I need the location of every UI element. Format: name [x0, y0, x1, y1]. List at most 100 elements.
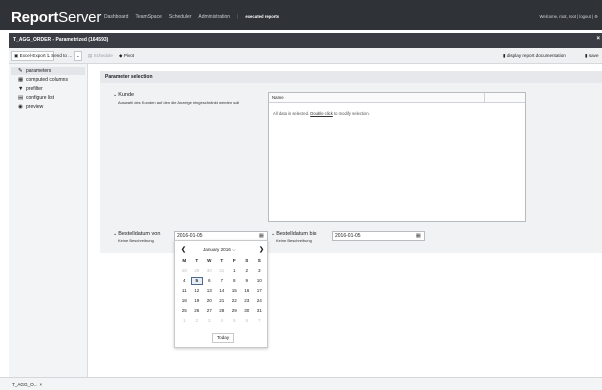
nav-scheduler[interactable]: Scheduler	[169, 14, 192, 20]
day-cell[interactable]: 22	[228, 297, 241, 305]
day-cell[interactable]: 28	[178, 267, 191, 275]
day-cell[interactable]: 12	[191, 287, 204, 295]
day-cell[interactable]: 21	[216, 297, 229, 305]
day-cell[interactable]: 7	[253, 317, 266, 325]
date-to-description: Keine Beschreibung	[276, 238, 312, 243]
day-cell[interactable]: 3	[253, 267, 266, 275]
send-to-dropdown[interactable]: ⌄	[74, 51, 82, 61]
day-cell[interactable]: 2	[241, 267, 254, 275]
send-to-button[interactable]: ⇧ Send to ...	[43, 51, 75, 61]
main-nav: Dashboard TeamSpace Scheduler Administra…	[104, 14, 279, 20]
day-cell[interactable]: 17	[253, 287, 266, 295]
day-cell[interactable]: 2	[191, 317, 204, 325]
day-cell[interactable]: 26	[191, 307, 204, 315]
name-column-header[interactable]: Name	[272, 95, 284, 100]
selection-note: All data is selected. Double click to mo…	[273, 111, 370, 116]
report-sidebar: ✎ parameters ▦ computed columns ▼ prefilter…	[9, 64, 88, 377]
next-month-icon[interactable]: ❯	[259, 246, 264, 253]
weekday-header: T	[195, 258, 199, 263]
eye-icon: ◉	[18, 104, 23, 110]
day-cell[interactable]: 28	[216, 307, 229, 315]
day-cell[interactable]: 20	[203, 297, 216, 305]
welcome-logout[interactable]: Welcome, root, root | logout | ⚙	[540, 14, 598, 19]
day-cell[interactable]: 16	[241, 287, 254, 295]
weekday-header: T	[220, 258, 224, 263]
day-cell[interactable]: 19	[191, 297, 204, 305]
prev-month-icon[interactable]: ❮	[181, 246, 186, 253]
day-cell[interactable]: 8	[228, 277, 241, 285]
day-cell[interactable]: 30	[203, 267, 216, 275]
parameter-selection-header: Parameter selection	[100, 71, 602, 83]
nav-administration[interactable]: Administration	[198, 14, 230, 20]
chevron-down-icon: ⌄	[271, 231, 276, 237]
close-tab-icon[interactable]: ×	[40, 382, 43, 387]
month-selector[interactable]: January 2016 ⌵	[203, 247, 236, 252]
schedule-button[interactable]: ▤ Schedule	[85, 51, 116, 61]
bottom-tab-bar: T_AGG_O... ×	[0, 377, 602, 390]
day-cell[interactable]: 1	[178, 317, 191, 325]
day-cell[interactable]: 6	[203, 277, 216, 285]
day-cell[interactable]: 6	[241, 317, 254, 325]
day-cell[interactable]: 30	[241, 307, 254, 315]
sidebar-item-parameters[interactable]: ✎ parameters	[11, 67, 85, 75]
weekday-header: S	[257, 258, 261, 263]
day-cell[interactable]: 24	[253, 297, 266, 305]
day-cell[interactable]: 1	[228, 267, 241, 275]
report-toolbar: ▣ Excel-Export ⌄ ⇧ Send to ... ⌄ ▤ Sched…	[9, 48, 602, 64]
double-click-link[interactable]: Double click	[310, 111, 333, 116]
day-cell[interactable]: 9	[241, 277, 254, 285]
save-button[interactable]: ▮ save	[582, 51, 602, 61]
day-cell[interactable]: 7	[216, 277, 229, 285]
nav-executed-reports[interactable]: executed reports	[245, 14, 279, 20]
day-cell[interactable]: 14	[216, 287, 229, 295]
day-cell[interactable]: 31	[253, 307, 266, 315]
tab-report[interactable]: T_AGG_O... ×	[12, 380, 42, 389]
edit-icon: ✎	[18, 68, 23, 74]
kunde-description: Auswahl des Kunden auf den die Anzeige e…	[118, 100, 240, 105]
day-cell[interactable]: 23	[241, 297, 254, 305]
selected-day-cell[interactable]: 5	[190, 277, 203, 285]
day-cell[interactable]: 27	[203, 307, 216, 315]
day-cell[interactable]: 29	[191, 267, 204, 275]
calendar-icon[interactable]: ▦	[259, 232, 264, 240]
close-window-icon[interactable]: ×	[596, 36, 600, 42]
day-cell[interactable]: 13	[203, 287, 216, 295]
day-cell[interactable]: 29	[228, 307, 241, 315]
day-cell[interactable]: 31	[216, 267, 229, 275]
day-cell[interactable]: 18	[178, 297, 191, 305]
date-from-label[interactable]: ⌄Bestelldatum von	[113, 231, 160, 237]
calendar-icon[interactable]: ▦	[416, 232, 421, 240]
weekday-header: F	[232, 258, 236, 263]
weekday-header: M	[182, 258, 187, 263]
calculator-icon: ▦	[18, 77, 24, 83]
list-header: Name	[269, 93, 525, 103]
nav-teamspace[interactable]: TeamSpace	[135, 14, 161, 20]
nav-separator: |	[237, 14, 239, 20]
kunde-selection-list[interactable]: Name All data is selected. Double click …	[268, 92, 526, 222]
sidebar-item-prefilter[interactable]: ▼ prefilter	[18, 85, 43, 93]
chevron-down-icon: ⌄	[113, 92, 118, 98]
pivot-button[interactable]: ◆ Pivot	[116, 51, 137, 61]
display-documentation-button[interactable]: ▮ display report documentation	[500, 51, 569, 61]
kunde-label[interactable]: ⌄Kunde	[113, 92, 134, 98]
datepicker-popup: ❮ January 2016 ⌵ ❯ M T W T F S S 28 29 30 31 1 2 3 4 5 6…	[174, 240, 268, 348]
chevron-down-icon: ⌄	[113, 231, 118, 237]
date-to-label[interactable]: ⌄Bestelldatum bis	[271, 231, 317, 237]
weekday-header: S	[245, 258, 249, 263]
day-cell[interactable]: 4	[178, 277, 191, 285]
reportserver-logo[interactable]: ReportServer	[11, 9, 101, 26]
sidebar-item-preview[interactable]: ◉ preview	[18, 103, 43, 111]
day-cell[interactable]: 11	[178, 287, 191, 295]
day-cell[interactable]: 10	[253, 277, 266, 285]
sidebar-item-computed-columns[interactable]: ▦ computed columns	[18, 76, 68, 84]
sidebar-item-configure-list[interactable]: ▤ configure list	[18, 94, 54, 102]
today-button[interactable]: Today	[212, 333, 234, 343]
report-window-titlebar: T_AGG_ORDER - Parametrized (164593) ×	[9, 33, 602, 48]
day-cell[interactable]: 4	[216, 317, 229, 325]
day-cell[interactable]: 3	[203, 317, 216, 325]
day-cell[interactable]: 15	[228, 287, 241, 295]
date-to-input[interactable]: 2016-01-05 ▦	[332, 231, 425, 241]
nav-dashboard[interactable]: Dashboard	[104, 14, 128, 20]
day-cell[interactable]: 25	[178, 307, 191, 315]
day-cell[interactable]: 5	[228, 317, 241, 325]
